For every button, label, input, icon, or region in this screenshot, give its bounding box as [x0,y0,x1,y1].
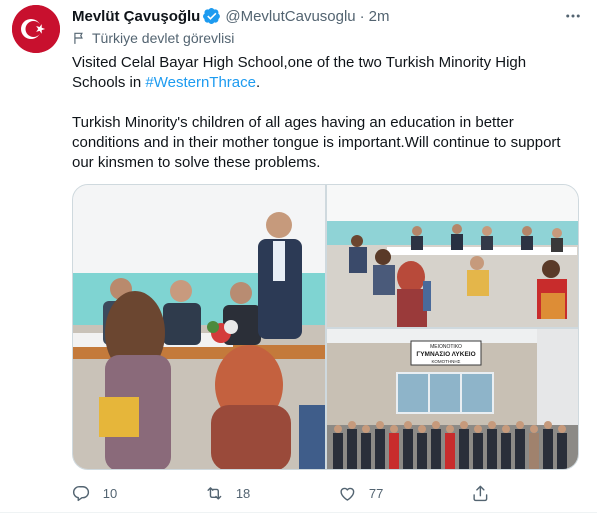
retweet-count: 18 [235,485,251,501]
tweet-text-line: Visited Celal Bayar High School,one of t… [72,54,527,71]
like-icon [340,487,355,501]
photo-classroom-speech[interactable] [73,185,325,469]
photo-classroom-students[interactable] [327,185,578,327]
more-icon[interactable] [561,4,585,28]
photo-school-group[interactable]: ΜΕΙΟΝΟΤΙΚΟ ΓΥΜΝΑΣΙΟ ΛΥΚΕΙΟ ΚΟΜΟΤΗΝΗΣ [327,329,578,469]
author-name[interactable]: Mevlüt Çavuşoğlu [72,8,200,25]
government-label[interactable]: Türkiye devlet görevlisi [72,30,234,46]
media-grid: ΜΕΙΟΝΟΤΙΚΟ ΓΥΜΝΑΣΙΟ ΛΥΚΕΙΟ ΚΟΜΟΤΗΝΗΣ [72,184,579,470]
government-label-text: Türkiye devlet görevlisi [92,30,235,46]
tweet-text-line: conditions and in their mother tongue is… [72,134,561,151]
tweet-actions: 10 18 77 [72,483,502,503]
school-sign-line: ΓΥΜΝΑΣΙΟ ΛΥΚΕΙΟ [416,351,475,358]
like-button[interactable]: 77 [338,484,446,503]
tweet-text: Visited Celal Bayar High School,one of t… [72,53,577,173]
share-icon [473,485,488,501]
government-flag-icon [74,32,83,44]
tweet-text-line: our kinsmen to solve these problems. [72,154,321,171]
separator-dot: · [359,7,365,25]
reply-button[interactable]: 10 [72,484,180,503]
reply-count: 10 [102,485,118,501]
author-handle[interactable]: @MevlutCavusoglu [225,8,355,25]
tweet-text-line: Turkish Minority's children of all ages … [72,114,514,131]
like-count: 77 [368,485,384,501]
reply-icon [72,485,90,501]
tweet-text-fragment: . [255,74,261,91]
retweet-button[interactable]: 18 [205,484,313,503]
tweet-timestamp[interactable]: 2m [369,8,390,25]
hashtag-link[interactable]: #WesternThrace [145,74,256,91]
turkish-flag-icon [12,5,60,53]
tweet-header: Mevlüt Çavuşoğlu @MevlutCavusoglu · 2m [72,6,390,26]
retweet-icon [207,486,222,500]
verified-badge-icon [203,7,221,25]
tweet-card[interactable]: Mevlüt Çavuşoğlu @MevlutCavusoglu · 2m T… [0,0,597,513]
school-sign-line: ΜΕΙΟΝΟΤΙΚΟ [430,344,462,350]
share-button[interactable] [471,484,502,503]
avatar[interactable] [12,5,60,53]
tweet-text-fragment: Schools in [72,74,146,91]
tweet-text-line: Schools in #WesternThrace. [72,73,577,93]
school-sign-line: ΚΟΜΟΤΗΝΗΣ [432,359,461,364]
